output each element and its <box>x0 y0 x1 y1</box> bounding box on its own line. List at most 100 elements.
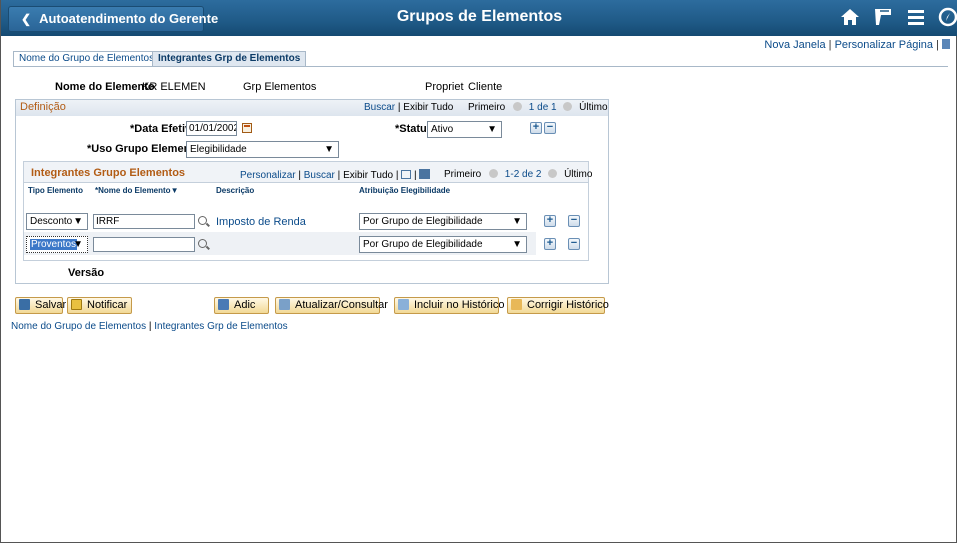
add-button[interactable]: Adic <box>214 297 269 314</box>
flag-icon[interactable] <box>872 6 898 32</box>
add-icon <box>218 299 229 310</box>
update-icon <box>279 299 290 310</box>
eligibility-select[interactable]: Por Grupo de Elegibilidade ▼ <box>359 213 527 230</box>
element-name-input[interactable] <box>93 237 195 252</box>
help-icon[interactable] <box>942 39 950 49</box>
column-header[interactable]: Tipo Elemento <box>28 186 83 195</box>
element-type-value: Proventos <box>30 239 78 250</box>
top-link-separator: | <box>936 39 939 51</box>
personalize-page-link[interactable]: Personalizar Página <box>835 39 933 51</box>
status-value: Ativo <box>431 124 454 135</box>
view-all-icon[interactable] <box>401 170 412 179</box>
add-row-button[interactable]: + <box>544 215 556 227</box>
correct-history-button-label: Corrigir Histórico <box>527 299 609 311</box>
column-header[interactable]: Descrição <box>216 186 254 195</box>
prev-arrow-icon[interactable] <box>513 102 523 111</box>
save-button-label: Salvar <box>35 299 67 311</box>
eligibility-value: Por Grupo de Elegibilidade <box>363 239 483 250</box>
calendar-icon[interactable] <box>242 123 252 133</box>
new-window-link[interactable]: Nova Janela <box>764 39 825 51</box>
eligibility-value: Por Grupo de Elegibilidade <box>363 216 483 227</box>
column-header[interactable]: *Nome do Elemento▼ <box>95 186 179 195</box>
include-history-button-label: Incluir no Histórico <box>414 299 505 311</box>
add-button-label: Adic <box>234 299 256 311</box>
definition-search-link[interactable]: Buscar <box>364 102 395 113</box>
notify-icon <box>71 299 82 310</box>
prev-arrow-icon[interactable] <box>489 169 499 178</box>
element-group-value: Grp Elementos <box>243 81 317 93</box>
version-label: Versão <box>68 267 105 279</box>
page-title: Grupos de Elementos <box>396 8 563 25</box>
delete-row-button[interactable]: − <box>568 215 580 227</box>
delete-row-button[interactable]: − <box>568 238 580 250</box>
nav-separator: | <box>395 170 399 181</box>
grid-pager: Primeiro 1-2 de 2 Último <box>444 169 592 180</box>
chevron-down-icon: ▼ <box>487 124 497 135</box>
pager-last[interactable]: Último <box>564 169 592 180</box>
next-arrow-icon[interactable] <box>563 102 573 111</box>
save-button[interactable]: Salvar <box>15 297 67 314</box>
top-link-separator: | <box>828 39 832 51</box>
grid-personalize-link[interactable]: Personalizar <box>240 170 296 181</box>
usage-select[interactable]: Elegibilidade ▼ <box>186 141 339 158</box>
pager-range: 1-2 de 2 <box>504 169 542 180</box>
tab-divider <box>13 66 948 67</box>
update-button-label: Atualizar/Consultar <box>295 299 388 311</box>
next-arrow-icon[interactable] <box>548 169 558 178</box>
download-icon[interactable] <box>419 169 431 179</box>
owner-value: Cliente <box>468 81 503 93</box>
top-banner: ❮ Autoatendimento do Gerente Grupos de El… <box>1 0 957 36</box>
menu-icon[interactable] <box>905 6 931 32</box>
pager-last[interactable]: Último <box>579 102 607 113</box>
footer-separator: | <box>148 321 152 332</box>
nav-separator: | <box>337 170 341 181</box>
update-button[interactable]: Atualizar/Consultar <box>275 297 388 314</box>
column-header-label: *Nome do Elemento <box>95 186 171 195</box>
nav-separator: | <box>397 102 401 113</box>
eligibility-select[interactable]: Por Grupo de Elegibilidade ▼ <box>359 236 527 253</box>
add-row-button[interactable]: + <box>530 122 542 134</box>
chevron-down-icon: ▼ <box>512 239 522 250</box>
chevron-down-icon: ▼ <box>512 216 522 227</box>
definition-show-all-link[interactable]: Exibir Tudo <box>403 102 453 113</box>
footer-members-link[interactable]: Integrantes Grp de Elementos <box>154 321 287 332</box>
element-name-input[interactable]: IRRF <box>93 214 195 229</box>
top-links: Nova Janela | Personalizar Página | <box>764 39 950 51</box>
effective-date-input[interactable]: 01/01/2002 <box>186 121 237 136</box>
grid-show-all-link[interactable]: Exibir Tudo <box>343 170 393 181</box>
nav-separator: | <box>414 170 417 181</box>
status-select[interactable]: Ativo ▼ <box>427 121 502 138</box>
owner-label: Propriet <box>425 81 464 93</box>
pager-range: 1 de 1 <box>528 102 557 113</box>
sort-down-icon: ▼ <box>170 186 179 195</box>
footer-links: Nome do Grupo de Elementos | Integrantes… <box>11 321 288 332</box>
grid-nav: Personalizar | Buscar | Exibir Tudo | | <box>240 169 431 181</box>
home-icon[interactable] <box>839 6 865 32</box>
include-history-button[interactable]: Incluir no Histórico <box>394 297 504 314</box>
compass-icon[interactable] <box>937 6 957 32</box>
pager-first[interactable]: Primeiro <box>468 102 505 113</box>
element-type-select[interactable]: Proventos ▼ <box>26 236 88 253</box>
column-header[interactable]: Atribuição Elegibilidade <box>359 186 450 195</box>
notify-button[interactable]: Notificar <box>67 297 132 314</box>
element-description: Imposto de Renda <box>216 216 306 228</box>
correct-history-icon <box>511 299 522 310</box>
tab-group-members[interactable]: Integrantes Grp de Elementos <box>152 51 307 67</box>
add-row-button[interactable]: + <box>544 238 556 250</box>
lookup-icon[interactable] <box>198 216 207 225</box>
element-name-value: KR ELEMEN <box>142 81 206 93</box>
definition-pager: Primeiro 1 de 1 Último <box>468 102 608 113</box>
pager-first[interactable]: Primeiro <box>444 169 481 180</box>
include-history-icon <box>398 299 409 310</box>
tab-group-name[interactable]: Nome do Grupo de Elementos <box>13 51 161 67</box>
delete-row-button[interactable]: − <box>544 122 556 134</box>
element-type-select[interactable]: Desconto ▼ <box>26 213 88 230</box>
footer-group-name-link[interactable]: Nome do Grupo de Elementos <box>11 321 146 332</box>
element-type-value: Desconto <box>30 216 73 227</box>
grid-search-link[interactable]: Buscar <box>304 170 335 181</box>
definition-title: Definição <box>20 101 66 113</box>
chevron-down-icon: ▼ <box>73 216 83 227</box>
lookup-icon[interactable] <box>198 239 207 248</box>
chevron-down-icon: ▼ <box>324 144 334 155</box>
correct-history-button[interactable]: Corrigir Histórico <box>507 297 609 314</box>
